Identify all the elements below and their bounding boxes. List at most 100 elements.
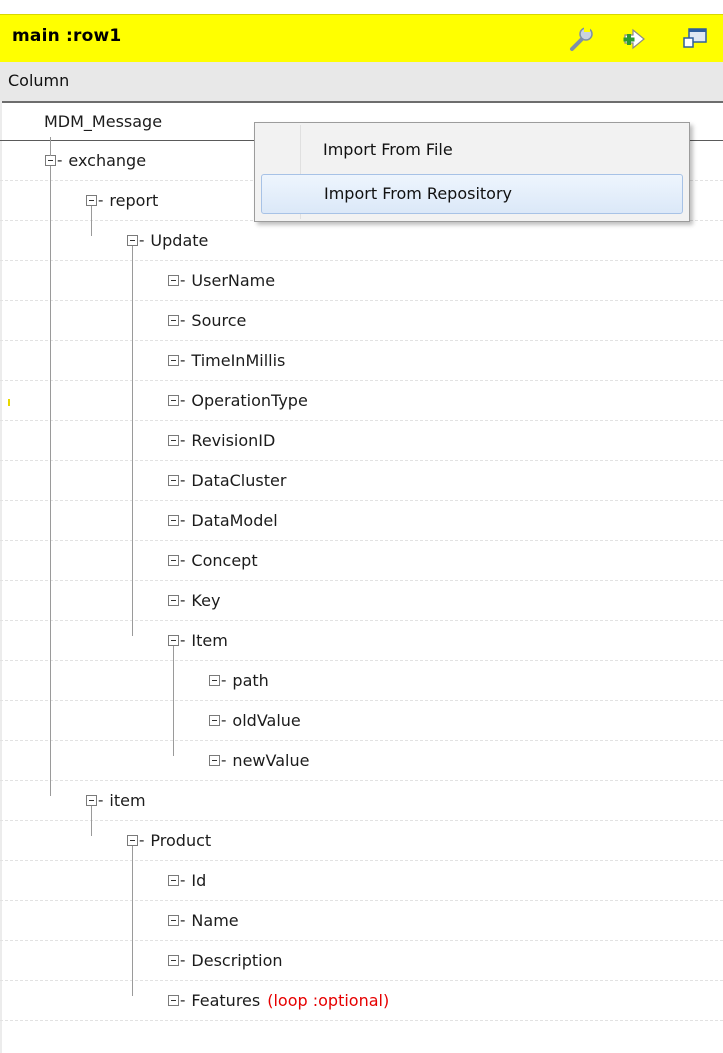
tree-node[interactable]: - Description (168, 948, 283, 972)
tree-connector: - (180, 390, 186, 409)
tree-row[interactable]: - Update (0, 221, 723, 261)
tree-node-label: Concept (191, 550, 258, 570)
collapse-toggle-icon[interactable] (86, 794, 97, 806)
column-header-label: Column (8, 71, 70, 90)
tree-node[interactable]: - item (86, 788, 146, 812)
collapse-toggle-icon[interactable] (168, 514, 179, 526)
tree-node[interactable]: - newValue (209, 748, 309, 772)
tree-connector: - (180, 430, 186, 449)
tree-connector: - (180, 310, 186, 329)
tree-row[interactable]: - Item (0, 621, 723, 661)
tree-node[interactable]: - Name (168, 908, 239, 932)
collapse-toggle-icon[interactable] (168, 954, 179, 966)
tree-node-label: report (109, 190, 159, 210)
tree-node-label: Item (191, 630, 228, 650)
tree-node[interactable]: - Concept (168, 548, 258, 572)
tree-node[interactable]: - path (209, 668, 269, 692)
tree-node[interactable]: - DataModel (168, 508, 278, 532)
tree-row[interactable]: - DataCluster (0, 461, 723, 501)
tree-row[interactable]: - RevisionID (0, 421, 723, 461)
tree-node-label: Features (191, 990, 261, 1010)
collapse-toggle-icon[interactable] (209, 714, 220, 726)
tree-node[interactable]: - Id (168, 868, 206, 892)
menu-item-import-from-repository[interactable]: Import From Repository (261, 174, 683, 214)
tree-connector: - (57, 150, 63, 169)
collapse-toggle-icon[interactable] (168, 594, 179, 606)
tree-node[interactable]: - oldValue (209, 708, 301, 732)
collapse-toggle-icon[interactable] (168, 994, 179, 1006)
tree-node[interactable]: - report (86, 188, 158, 212)
tree-guide-line (91, 206, 92, 236)
tree-row[interactable]: - Features (loop :optional) (0, 981, 723, 1021)
collapse-toggle-icon[interactable] (127, 834, 138, 846)
tree-row[interactable]: - Name (0, 901, 723, 941)
tree-node[interactable]: - exchange (45, 148, 146, 172)
collapse-toggle-icon[interactable] (168, 394, 179, 406)
tree-connector: - (221, 670, 227, 689)
tree-node-label: oldValue (232, 710, 301, 730)
import-arrow-icon[interactable] (620, 24, 650, 54)
tree-row[interactable]: - TimeInMillis (0, 341, 723, 381)
tree-node-label: Update (150, 230, 209, 250)
tree-node[interactable]: - Source (168, 308, 246, 332)
collapse-toggle-icon[interactable] (168, 434, 179, 446)
collapse-toggle-icon[interactable] (168, 314, 179, 326)
panel-title: main :row1 (12, 26, 122, 46)
tree-node-label: Description (191, 950, 283, 970)
tree-row[interactable]: - Product (0, 821, 723, 861)
tree-connector: - (180, 350, 186, 369)
collapse-toggle-icon[interactable] (168, 914, 179, 926)
tree-node[interactable]: - Product (127, 828, 211, 852)
tree-connector: - (221, 750, 227, 769)
collapse-toggle-icon[interactable] (127, 234, 138, 246)
collapse-toggle-icon[interactable] (168, 474, 179, 486)
tree-connector: - (180, 630, 186, 649)
tree-connector: - (98, 190, 104, 209)
tree-node[interactable]: - Item (168, 628, 228, 652)
tree-connector: - (98, 790, 104, 809)
tree-guide-line (50, 166, 51, 796)
tree-row[interactable]: - Id (0, 861, 723, 901)
tree-row[interactable]: - UserName (0, 261, 723, 301)
tree-row[interactable]: - Concept (0, 541, 723, 581)
tree-connector: - (180, 470, 186, 489)
tree-node-label: Product (150, 830, 212, 850)
tree-row[interactable]: - Description (0, 941, 723, 981)
tree-connector: - (139, 230, 145, 249)
tree-row[interactable]: - path (0, 661, 723, 701)
tree-node[interactable]: - RevisionID (168, 428, 275, 452)
schema-editor-panel: main :row1 Column MDM_Message - exchange… (0, 0, 723, 1053)
collapse-toggle-icon[interactable] (168, 354, 179, 366)
tree-node[interactable]: - UserName (168, 268, 275, 292)
collapse-toggle-icon[interactable] (209, 674, 220, 686)
tree-row[interactable]: - item (0, 781, 723, 821)
tree-node[interactable]: - Features (loop :optional) (168, 988, 389, 1012)
tree-row[interactable]: - Key (0, 581, 723, 621)
collapse-toggle-icon[interactable] (168, 274, 179, 286)
tree-node[interactable]: - DataCluster (168, 468, 286, 492)
collapse-toggle-icon[interactable] (168, 874, 179, 886)
tree-row[interactable]: - DataModel (0, 501, 723, 541)
window-icon[interactable] (680, 24, 710, 54)
tree-node[interactable]: - TimeInMillis (168, 348, 285, 372)
collapse-toggle-icon[interactable] (168, 554, 179, 566)
tree-row[interactable]: - OperationType (0, 381, 723, 421)
tree-connector: - (139, 830, 145, 849)
collapse-toggle-icon[interactable] (209, 754, 220, 766)
wrench-icon[interactable] (566, 24, 596, 54)
tree-node[interactable]: - Update (127, 228, 208, 252)
collapse-toggle-icon[interactable] (168, 634, 179, 646)
collapse-toggle-icon[interactable] (45, 154, 56, 166)
menu-item-import-from-file[interactable]: Import From File (261, 131, 683, 171)
tree-node[interactable]: - Key (168, 588, 220, 612)
tree-row[interactable]: - Source (0, 301, 723, 341)
collapse-toggle-icon[interactable] (86, 194, 97, 206)
tree-guide-line (91, 806, 92, 836)
tree-connector: - (180, 870, 186, 889)
tree-connector: - (180, 550, 186, 569)
tree-row[interactable]: - oldValue (0, 701, 723, 741)
tree-row[interactable]: - newValue (0, 741, 723, 781)
tree-node-label: Name (191, 910, 239, 930)
tree-node[interactable]: - OperationType (168, 388, 308, 412)
tree-node-label: UserName (191, 270, 276, 290)
